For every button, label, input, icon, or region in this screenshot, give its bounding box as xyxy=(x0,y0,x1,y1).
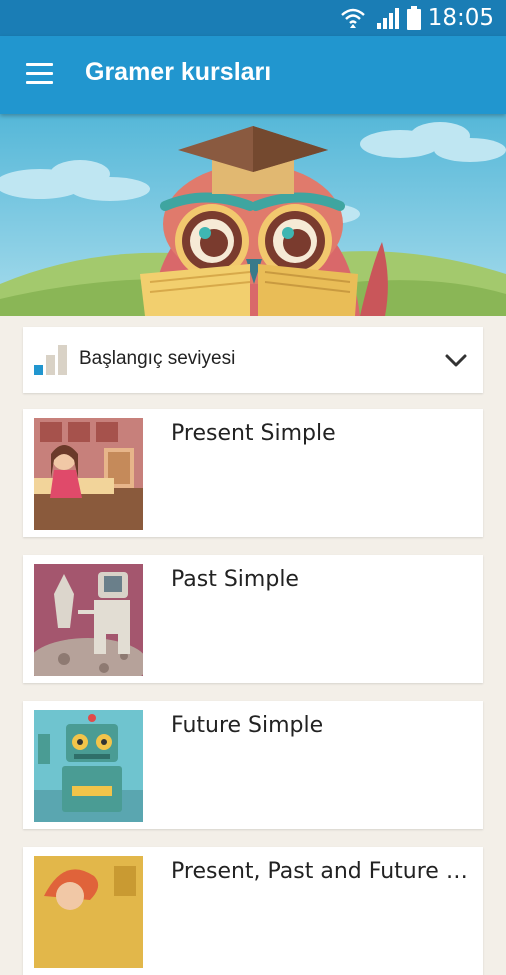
wifi-icon xyxy=(341,8,365,28)
course-card-future-simple[interactable]: Future Simple xyxy=(23,701,483,829)
status-bar: 18:05 xyxy=(0,0,506,36)
app-bar: Gramer kursları xyxy=(0,36,506,114)
page-title: Gramer kursları xyxy=(85,58,272,86)
battery-icon xyxy=(407,6,421,30)
course-card-present-simple[interactable]: Present Simple xyxy=(23,409,483,537)
course-title: Present, Past and Future C... xyxy=(171,859,471,884)
course-title: Past Simple xyxy=(171,567,299,592)
course-card-present-past-future[interactable]: Present, Past and Future C... xyxy=(23,847,483,975)
course-title: Future Simple xyxy=(171,713,324,738)
course-title: Present Simple xyxy=(171,421,336,446)
course-thumbnail xyxy=(34,856,143,968)
menu-icon[interactable] xyxy=(26,63,53,85)
level-bars-icon xyxy=(34,345,67,375)
owl-illustration xyxy=(0,114,506,316)
course-thumbnail xyxy=(34,564,143,676)
course-thumbnail xyxy=(34,710,143,822)
course-card-past-simple[interactable]: Past Simple xyxy=(23,555,483,683)
course-thumbnail xyxy=(34,418,143,530)
level-label: Başlangıç seviyesi xyxy=(79,348,236,369)
chevron-down-icon[interactable] xyxy=(445,349,467,371)
signal-icon xyxy=(377,8,399,29)
hero-banner xyxy=(0,114,506,316)
level-selector[interactable]: Başlangıç seviyesi xyxy=(23,327,483,393)
status-time: 18:05 xyxy=(427,5,494,31)
